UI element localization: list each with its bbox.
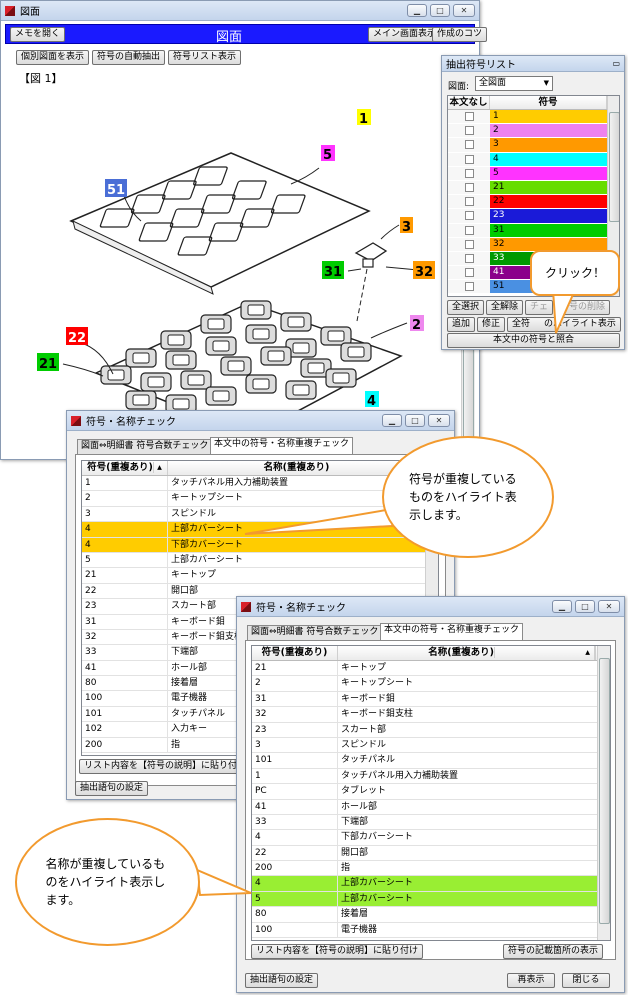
callout-symbol-duplicate-text: 符号が重複しているものをハイライト表示します。: [409, 472, 517, 522]
callout-name-duplicate: 名称が重複しているものをハイライト表示します。: [15, 818, 200, 946]
callout-click: クリック！: [530, 250, 620, 296]
callout-name-duplicate-text: 名称が重複しているものをハイライト表示します。: [45, 857, 166, 907]
callout-click-text: クリック！: [544, 266, 605, 280]
callout-symbol-duplicate: 符号が重複しているものをハイライト表示します。: [382, 436, 554, 558]
